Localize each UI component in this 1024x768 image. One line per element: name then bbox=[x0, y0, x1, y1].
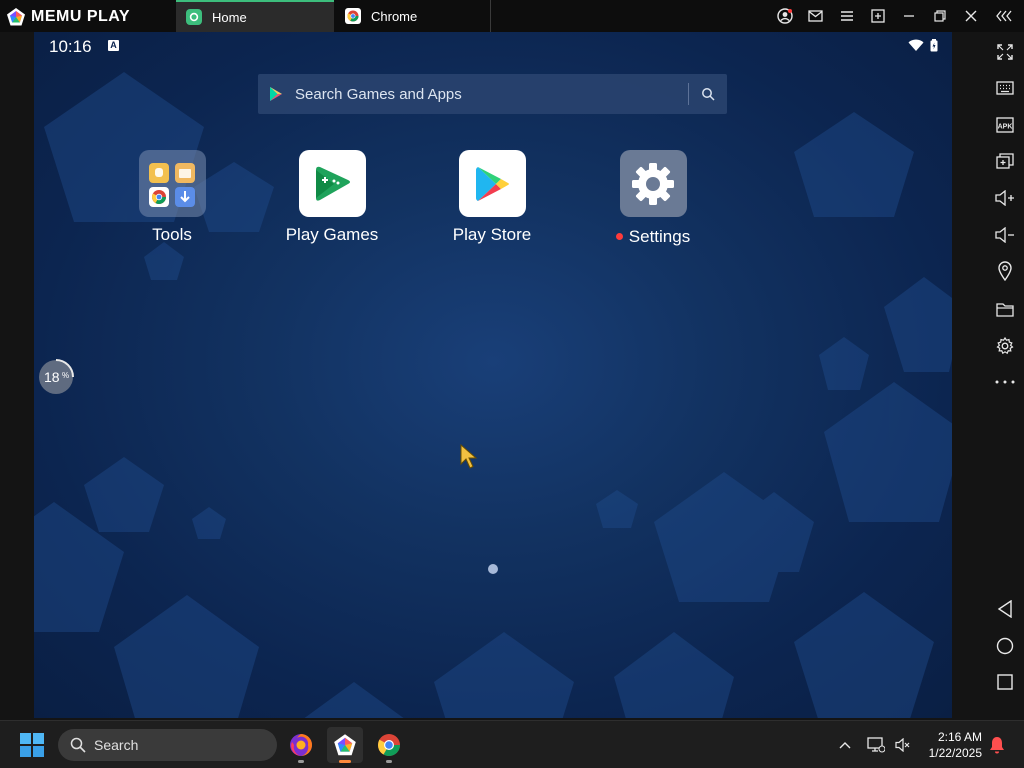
chrome-icon bbox=[377, 734, 400, 756]
folder-icon bbox=[138, 150, 206, 217]
app-label: Tools bbox=[152, 225, 192, 244]
memu-icon bbox=[334, 734, 356, 756]
taskbar-chrome[interactable] bbox=[371, 727, 407, 763]
close-icon[interactable] bbox=[955, 0, 986, 32]
battery-icon bbox=[930, 39, 938, 52]
settings-icon[interactable] bbox=[985, 328, 1024, 364]
status-icons bbox=[908, 39, 938, 52]
android-screen[interactable]: 10:16 A Search Games and Apps Tools Play… bbox=[34, 32, 952, 718]
memory-badge-value: 18 bbox=[44, 369, 60, 385]
status-a-badge: A bbox=[108, 40, 119, 51]
search-bar[interactable]: Search Games and Apps bbox=[258, 74, 727, 114]
right-sidebar: APK bbox=[985, 32, 1024, 718]
android-status-bar: 10:16 A bbox=[34, 32, 952, 60]
title-bar: MEMU PLAY Home Chrome bbox=[0, 0, 1024, 32]
memu-logo-icon bbox=[7, 8, 25, 26]
memory-badge[interactable]: 18 % bbox=[37, 358, 75, 396]
app-play-games[interactable]: Play Games bbox=[272, 150, 392, 245]
memu-window: MEMU PLAY Home Chrome 10:16 A Search Gam… bbox=[0, 0, 1024, 768]
home-tab-icon bbox=[186, 9, 202, 25]
back-icon[interactable] bbox=[985, 591, 1024, 627]
location-icon[interactable] bbox=[985, 253, 1024, 289]
active-indicator bbox=[339, 760, 351, 763]
running-indicator bbox=[298, 760, 304, 763]
taskbar-date: 1/22/2025 bbox=[928, 746, 982, 760]
menu-icon[interactable] bbox=[831, 0, 862, 32]
mail-icon[interactable] bbox=[800, 0, 831, 32]
svg-text:APK: APK bbox=[997, 124, 1012, 131]
keyboard-icon[interactable] bbox=[985, 70, 1024, 106]
taskbar-search[interactable]: Search bbox=[58, 729, 277, 761]
volume-down-icon[interactable] bbox=[985, 217, 1024, 253]
running-indicator bbox=[386, 760, 392, 763]
tab-chrome[interactable]: Chrome bbox=[335, 0, 491, 32]
play-triangle-icon bbox=[270, 87, 282, 101]
taskbar-firefox[interactable] bbox=[283, 727, 319, 763]
wifi-icon bbox=[908, 39, 924, 51]
logo-text: MEMU PLAY bbox=[31, 8, 131, 25]
tab-home[interactable]: Home bbox=[176, 0, 334, 32]
app-label: Settings bbox=[615, 226, 691, 247]
multi-window-icon[interactable] bbox=[985, 143, 1024, 179]
windows-taskbar: Search 2:16 AM 1/22/2025 bbox=[0, 720, 1024, 768]
screenshot-icon[interactable] bbox=[862, 0, 893, 32]
app-play-store[interactable]: Play Store bbox=[432, 150, 552, 245]
recents-icon[interactable] bbox=[985, 664, 1024, 700]
taskbar-time: 2:16 AM bbox=[937, 730, 982, 744]
minimize-icon[interactable] bbox=[893, 0, 924, 32]
collapse-sidebar-icon[interactable] bbox=[986, 0, 1024, 32]
folder-icon[interactable] bbox=[985, 291, 1024, 327]
page-indicator bbox=[488, 564, 498, 574]
notification-bell-icon[interactable] bbox=[986, 721, 1008, 768]
tab-label: Home bbox=[212, 9, 247, 25]
play-games-icon bbox=[298, 150, 366, 217]
app-label: Play Games bbox=[285, 225, 379, 244]
more-icon[interactable] bbox=[985, 364, 1024, 400]
memory-badge-unit: % bbox=[62, 371, 70, 380]
taskbar-clock[interactable]: 2:16 AM 1/22/2025 bbox=[929, 729, 982, 761]
cursor-icon bbox=[460, 444, 478, 469]
tray-chevron-icon[interactable] bbox=[834, 721, 856, 768]
firefox-icon bbox=[290, 734, 312, 756]
account-icon[interactable] bbox=[769, 0, 800, 32]
search-placeholder: Search Games and Apps bbox=[295, 85, 462, 103]
app-tools[interactable]: Tools bbox=[112, 150, 232, 245]
app-settings[interactable]: Settings bbox=[593, 150, 713, 247]
search-icon bbox=[70, 737, 86, 753]
gear-icon bbox=[619, 150, 687, 217]
search-icon[interactable] bbox=[689, 74, 727, 114]
memu-logo: MEMU PLAY bbox=[6, 7, 130, 27]
speaker-muted-icon[interactable] bbox=[892, 721, 914, 768]
play-store-icon bbox=[458, 150, 526, 217]
tab-label: Chrome bbox=[371, 8, 418, 24]
taskbar-memu[interactable] bbox=[327, 727, 363, 763]
volume-up-icon[interactable] bbox=[985, 180, 1024, 216]
restore-icon[interactable] bbox=[924, 0, 955, 32]
app-label-text: Settings bbox=[628, 226, 691, 246]
notification-dot bbox=[615, 233, 623, 240]
home-icon[interactable] bbox=[985, 628, 1024, 664]
apk-icon[interactable]: APK bbox=[985, 107, 1024, 143]
taskbar-search-placeholder: Search bbox=[94, 737, 139, 753]
network-icon[interactable] bbox=[864, 721, 888, 768]
status-time: 10:16 bbox=[49, 37, 92, 56]
windows-start-icon[interactable] bbox=[20, 733, 44, 757]
chrome-tab-icon bbox=[345, 8, 361, 24]
fullscreen-icon[interactable] bbox=[985, 34, 1024, 70]
app-label: Play Store bbox=[452, 225, 532, 244]
window-controls bbox=[769, 0, 1024, 32]
wallpaper-pattern bbox=[34, 72, 952, 718]
